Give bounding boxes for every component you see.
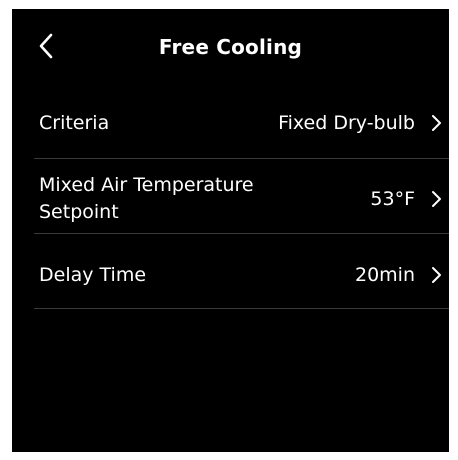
setting-value: 20min [354, 264, 415, 286]
header: Free Cooling [12, 9, 449, 83]
chevron-right-icon [432, 115, 441, 131]
setting-row-mixed-air-temperature-setpoint[interactable]: Mixed Air Temperature Setpoint 53°F [34, 172, 449, 226]
divider [34, 308, 449, 309]
setting-row-delay-time[interactable]: Delay Time 20min [34, 262, 449, 288]
setting-label: Delay Time [39, 264, 147, 286]
page-title: Free Cooling [158, 35, 303, 59]
divider [34, 233, 449, 234]
divider [34, 158, 449, 159]
chevron-right-icon [432, 267, 441, 283]
setting-label: Criteria [39, 112, 110, 134]
setting-value: Fixed Dry-bulb [278, 112, 415, 134]
setting-label-line1: Mixed Air Temperature [39, 174, 254, 196]
setting-value: 53°F [370, 188, 415, 210]
setting-label-line2: Setpoint [39, 201, 119, 223]
chevron-right-icon [432, 191, 441, 207]
free-cooling-screen: Free Cooling Criteria Fixed Dry-bulb Mix… [12, 9, 449, 452]
setting-row-criteria[interactable]: Criteria Fixed Dry-bulb [34, 110, 449, 136]
